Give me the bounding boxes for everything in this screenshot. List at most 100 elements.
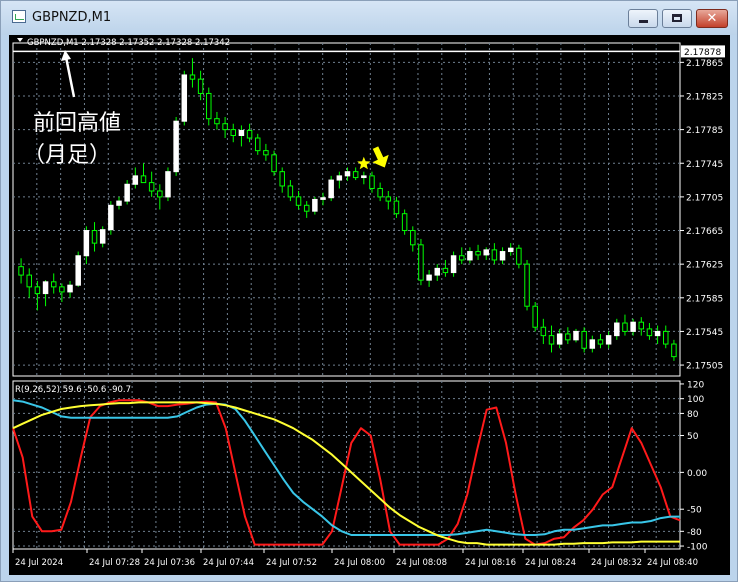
terminal-window: GBPNZD,M1 ✕ 2.17865 2.17825 2.17785 2.17745… <box>0 0 738 582</box>
candle-body <box>140 175 147 184</box>
candle-body <box>181 74 188 122</box>
candle-body <box>556 333 563 345</box>
candle-body <box>197 78 204 94</box>
time-tick-label: 24 Jul 2024 <box>15 558 63 568</box>
candle-body <box>393 200 400 215</box>
candle-body <box>548 335 555 345</box>
candle-body <box>34 286 41 295</box>
candle-body <box>312 198 318 212</box>
oscillator-tick-label: 120 <box>687 380 704 390</box>
chart-area[interactable]: 2.17865 2.17825 2.17785 2.17745 2.17705 2.176… <box>9 35 730 575</box>
candle-body <box>116 200 122 206</box>
candle-body <box>638 321 645 330</box>
close-button[interactable]: ✕ <box>696 9 728 28</box>
oscillator-tick-label: 50 <box>687 432 699 442</box>
candle-body <box>605 335 612 345</box>
candle-body <box>459 255 465 261</box>
candle-body <box>222 123 228 131</box>
candle-body <box>263 150 269 156</box>
candle-body <box>336 175 343 181</box>
candle-body <box>303 204 310 212</box>
candle-body <box>410 230 416 246</box>
candle-body <box>418 244 424 281</box>
maximize-button[interactable] <box>662 9 692 28</box>
candle-body <box>369 175 375 189</box>
candle-body <box>108 204 114 231</box>
down-arrow-icon <box>372 146 389 168</box>
candle-body <box>295 196 302 206</box>
oscillator-tick-label: 0.00 <box>687 469 707 479</box>
candle-body <box>91 230 98 244</box>
candle-body <box>507 247 514 253</box>
oscillator-tick-label: 100 <box>687 395 704 405</box>
price-tick-label: 2.17865 <box>686 59 723 69</box>
star-marker-icon <box>357 156 371 170</box>
price-tick-label: 2.17545 <box>686 328 723 338</box>
price-tick-label: 2.17665 <box>686 227 723 237</box>
candle-body <box>442 267 449 274</box>
candle-body <box>206 92 212 120</box>
candle-body <box>663 330 669 345</box>
candle-body <box>401 213 408 232</box>
candle-body <box>246 129 253 139</box>
price-tick-label: 2.17625 <box>686 261 723 271</box>
candle-body <box>573 330 579 341</box>
chart-svg[interactable]: 2.17865 2.17825 2.17785 2.17745 2.17705 2.176… <box>9 35 730 575</box>
candle-body <box>230 129 236 137</box>
maximize-icon <box>672 14 682 22</box>
price-tick-label: 2.17745 <box>686 160 723 170</box>
candle-body <box>214 118 220 125</box>
candle-body <box>671 343 677 358</box>
time-tick-label: 24 Jul 08:00 <box>334 558 385 568</box>
title-bar[interactable]: GBPNZD,M1 ✕ <box>1 1 737 35</box>
time-tick-label: 24 Jul 08:32 <box>591 558 642 568</box>
candle-body <box>589 339 596 349</box>
candle-body <box>352 171 359 179</box>
candle-body <box>622 322 628 332</box>
candle-body <box>361 175 367 179</box>
candle-body <box>271 154 277 173</box>
oscillator-tick-label: 80 <box>687 410 699 420</box>
candle-body <box>516 247 522 265</box>
candle-body <box>165 171 171 198</box>
price-tick-label: 2.17585 <box>686 294 723 304</box>
candle-body <box>254 137 261 152</box>
minimize-button[interactable] <box>628 9 658 28</box>
candle-body <box>320 197 326 200</box>
candle-body <box>287 185 294 198</box>
oscillator-label: R(9,26,52) 59.6 -50.6 -90.7 <box>15 385 131 395</box>
time-axis: 24 Jul 2024 24 Jul 07:28 24 Jul 07:36 24 Ju… <box>12 549 698 568</box>
collapse-triangle-icon <box>17 38 23 42</box>
candle-body <box>18 266 24 276</box>
candle-body <box>475 251 481 256</box>
candle-body <box>132 175 139 185</box>
time-tick-label: 24 Jul 08:40 <box>647 558 698 568</box>
candle-body <box>630 321 636 332</box>
price-candles <box>18 58 677 361</box>
current-price-label: 2.17878 <box>684 48 721 58</box>
window-title: GBPNZD,M1 <box>32 10 112 25</box>
time-tick-label: 24 Jul 08:24 <box>525 558 576 568</box>
candle-body <box>59 286 65 293</box>
price-tick-label: 2.17785 <box>686 126 723 136</box>
candle-body <box>540 326 547 337</box>
candle-body <box>499 251 506 261</box>
time-tick-label: 24 Jul 07:36 <box>144 558 195 568</box>
candle-body <box>377 187 383 198</box>
candle-body <box>344 171 351 177</box>
price-tick-label: 2.17825 <box>686 92 723 102</box>
candle-body <box>26 274 32 288</box>
candle-body <box>42 281 49 295</box>
price-axis: 2.17865 2.17825 2.17785 2.17745 2.17705 2.176… <box>17 38 725 372</box>
candle-body <box>646 328 653 337</box>
time-tick-label: 24 Jul 07:52 <box>266 558 317 568</box>
oscillator-tick-label: -50 <box>687 506 702 516</box>
candle-body <box>385 196 392 202</box>
candle-body <box>279 171 285 187</box>
oscillator-axis: 120 100 80 50 0.00 -50 -80 -100 R(9,26,52) 59.6 … <box>15 380 708 552</box>
minimize-icon <box>639 20 648 23</box>
candle-body <box>148 182 155 192</box>
pointer-arrow-line <box>64 56 76 98</box>
candle-body <box>532 305 538 328</box>
candle-body <box>654 330 661 337</box>
